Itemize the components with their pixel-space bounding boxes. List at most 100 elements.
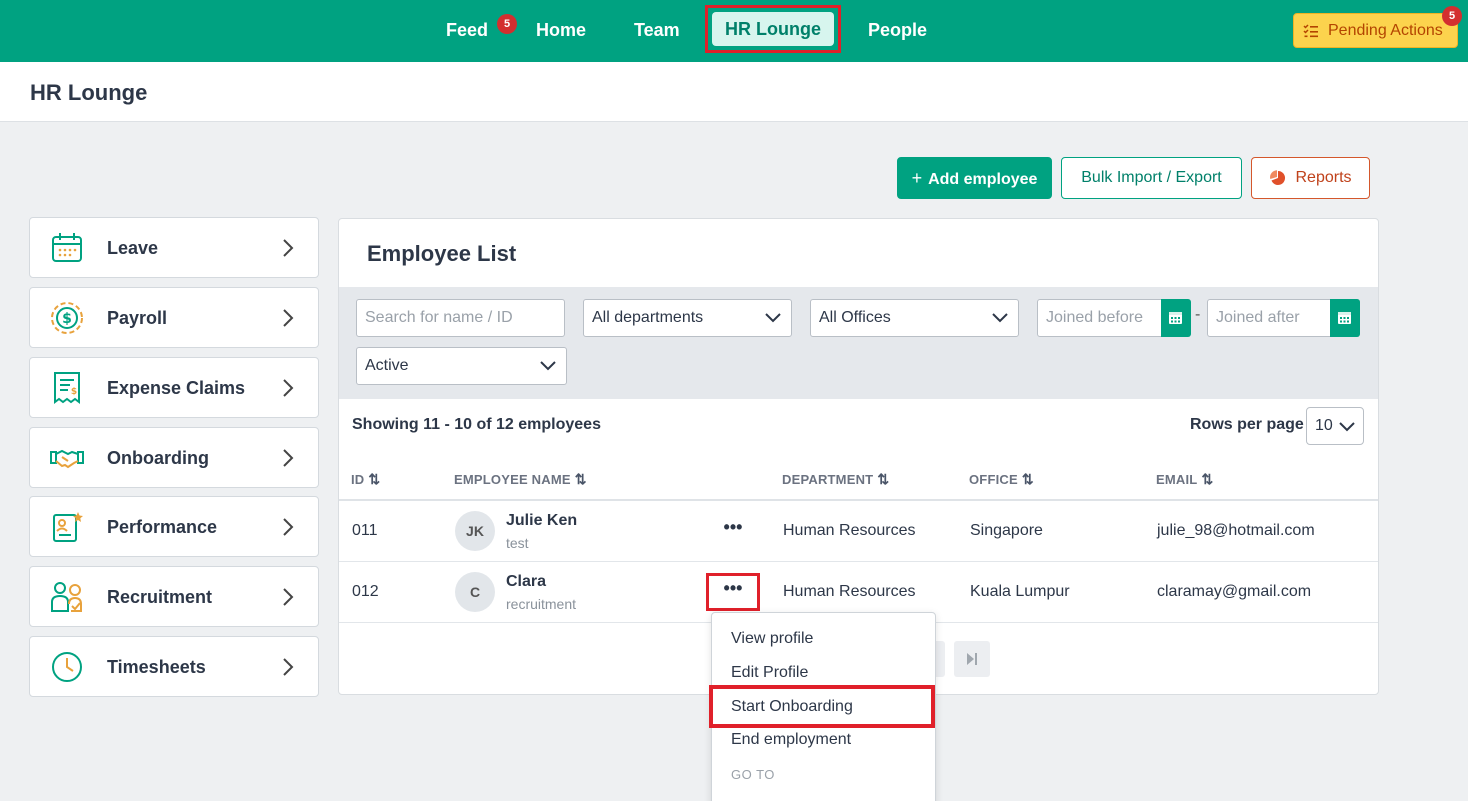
checklist-icon	[1303, 24, 1318, 38]
row-context-menu: View profile Edit Profile Start Onboardi…	[709, 612, 936, 801]
nav-hr-lounge[interactable]: HR Lounge	[712, 12, 834, 46]
table-row[interactable]: 011 JK Julie Ken test ••• Human Resource…	[339, 501, 1378, 562]
sidebar-item-recruitment[interactable]: Recruitment	[29, 566, 319, 627]
joined-after-placeholder: Joined after	[1216, 309, 1300, 326]
calendar-icon	[1169, 312, 1182, 324]
column-header-email[interactable]: EMAIL ⇅	[1156, 471, 1213, 488]
sidebar-item-label: Expense Claims	[107, 378, 246, 398]
pending-badge: 5	[1442, 6, 1462, 26]
bulk-import-export-button[interactable]: Bulk Import / Export	[1061, 157, 1242, 199]
joined-after-input[interactable]: Joined after	[1207, 299, 1360, 337]
skip-last-icon	[967, 653, 977, 665]
employee-subtitle: test	[506, 535, 529, 551]
employee-department: Human Resources	[783, 583, 916, 600]
sort-icon: ⇅	[1201, 471, 1214, 487]
chevron-down-icon	[540, 361, 556, 371]
avatar: JK	[455, 511, 495, 551]
more-options-icon[interactable]: •••	[723, 518, 743, 541]
filters-bar: Search for name / ID All departments All…	[339, 287, 1378, 399]
sidebar-item-label: Payroll	[107, 308, 168, 328]
employee-list-title: Employee List	[367, 241, 517, 266]
svg-text:$: $	[62, 311, 72, 327]
reports-button[interactable]: Reports	[1251, 157, 1370, 199]
chevron-right-icon	[283, 379, 294, 397]
joined-before-input[interactable]: Joined before	[1037, 299, 1191, 337]
employee-name[interactable]: Clara	[506, 573, 546, 591]
receipt-icon: $	[54, 372, 80, 404]
office-select-value: All Offices	[819, 309, 891, 326]
column-header-label: ID	[351, 472, 365, 487]
nav-people[interactable]: People	[868, 0, 927, 62]
employee-office: Kuala Lumpur	[970, 583, 1070, 600]
column-header-department[interactable]: DEPARTMENT ⇅	[782, 471, 889, 488]
pending-actions-button[interactable]: Pending Actions	[1293, 13, 1458, 48]
sidebar-item-label: Leave	[107, 238, 159, 258]
sidebar-item-label: Recruitment	[107, 587, 213, 607]
menu-view-profile[interactable]: View profile	[731, 630, 813, 648]
search-input[interactable]: Search for name / ID	[356, 299, 565, 337]
chevron-right-icon	[283, 239, 294, 257]
office-select[interactable]: All Offices	[810, 299, 1019, 337]
sort-icon: ⇅	[368, 471, 381, 487]
add-employee-button[interactable]: + Add employee	[897, 157, 1052, 199]
menu-section-goto: GO TO	[731, 767, 775, 782]
menu-edit-profile[interactable]: Edit Profile	[731, 664, 808, 682]
status-select-value: Active	[365, 357, 409, 374]
joined-after-calendar-button[interactable]	[1330, 299, 1360, 337]
page-title: HR Lounge	[30, 80, 148, 105]
chevron-right-icon	[283, 309, 294, 327]
more-options-icon[interactable]: •••	[723, 579, 743, 602]
sort-icon: ⇅	[574, 471, 587, 487]
pie-chart-icon	[1270, 170, 1286, 185]
column-header-label: OFFICE	[969, 472, 1018, 487]
sidebar-item-label: Onboarding	[107, 448, 209, 468]
sidebar-item-label: Timesheets	[107, 657, 206, 677]
nav-team[interactable]: Team	[634, 0, 680, 62]
performance-icon	[53, 512, 83, 542]
menu-end-employment[interactable]: End employment	[731, 731, 851, 749]
add-employee-label: Add employee	[928, 171, 1038, 188]
employee-name[interactable]: Julie Ken	[506, 512, 577, 530]
status-select[interactable]: Active	[356, 347, 567, 385]
sidebar-item-leave[interactable]: Leave	[29, 217, 319, 278]
pagination-last-button[interactable]	[954, 641, 990, 677]
people-icon	[51, 582, 82, 612]
menu-start-onboarding[interactable]: Start Onboarding	[731, 698, 853, 716]
svg-text:$: $	[71, 387, 77, 397]
joined-before-calendar-button[interactable]	[1161, 299, 1191, 337]
nav-team-label: Team	[634, 20, 680, 40]
avatar: C	[455, 572, 495, 612]
rows-per-page-select[interactable]: 10	[1306, 407, 1364, 445]
column-header-office[interactable]: OFFICE ⇅	[969, 471, 1034, 488]
chevron-down-icon	[1339, 422, 1355, 432]
column-header-label: DEPARTMENT	[782, 472, 874, 487]
sidebar-item-label: Performance	[107, 517, 218, 537]
department-select[interactable]: All departments	[583, 299, 792, 337]
sidebar-item-payroll[interactable]: $ Payroll	[29, 287, 319, 348]
top-nav: Feed 5 Home Team HR Lounge People Pendin…	[0, 0, 1468, 62]
sidebar-item-onboarding[interactable]: Onboarding	[29, 427, 319, 488]
column-header-id[interactable]: ID ⇅	[351, 471, 380, 488]
dollar-coin-icon: $	[51, 302, 83, 334]
clock-icon	[52, 652, 82, 682]
employee-subtitle: recruitment	[506, 596, 577, 612]
nav-people-label: People	[868, 20, 928, 40]
column-header-label: EMPLOYEE NAME	[454, 472, 571, 487]
rows-per-page-value: 10	[1315, 417, 1333, 434]
column-header-employee-name[interactable]: EMPLOYEE NAME ⇅	[454, 471, 587, 488]
showing-count: Showing 11 - 10 of 12 employees	[352, 416, 601, 433]
sidebar-item-expense-claims[interactable]: $ Expense Claims	[29, 357, 319, 418]
employee-department: Human Resources	[783, 522, 916, 539]
date-range-separator: -	[1195, 306, 1201, 323]
joined-before-placeholder: Joined before	[1046, 309, 1143, 326]
nav-feed-label: Feed	[446, 20, 489, 40]
employee-office: Singapore	[970, 522, 1043, 539]
nav-feed[interactable]: Feed	[446, 0, 488, 62]
calendar-icon	[52, 233, 82, 262]
nav-home[interactable]: Home	[536, 0, 586, 62]
chevron-down-icon	[765, 313, 781, 323]
nav-home-label: Home	[536, 20, 587, 40]
feed-badge: 5	[497, 14, 517, 34]
sidebar-item-performance[interactable]: Performance	[29, 496, 319, 557]
sidebar-item-timesheets[interactable]: Timesheets	[29, 636, 319, 697]
